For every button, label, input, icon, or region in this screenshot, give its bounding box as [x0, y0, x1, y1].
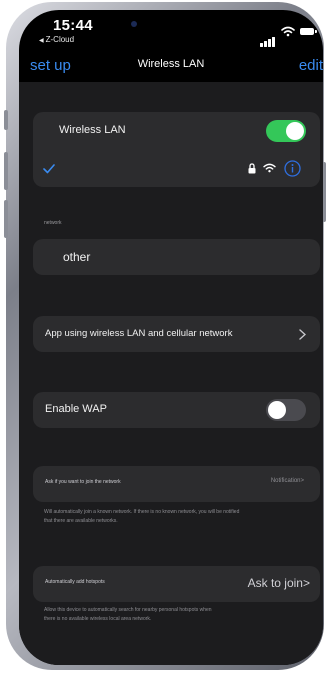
apps-network-row[interactable]: App using wireless LAN and cellular netw…	[33, 316, 320, 352]
ask-join-value: Notification>	[270, 478, 304, 484]
hotspot-value: Ask to join>	[247, 576, 310, 590]
page-title: Wireless LAN	[137, 58, 205, 70]
ask-join-row[interactable]: Ask if you want to join the network Noti…	[33, 466, 320, 502]
hotspot-footnote-line-1: Allow this device to automatically searc…	[44, 607, 212, 613]
volume-up-button	[4, 152, 8, 190]
carrier-label: ◀ Z-Cloud	[39, 35, 74, 44]
edit-button[interactable]: edit	[299, 57, 323, 74]
chevron-right-icon	[299, 329, 306, 340]
camera-indicator-icon	[131, 21, 137, 27]
wlan-card: Wireless LAN	[33, 112, 320, 187]
other-network-row[interactable]: other	[33, 239, 320, 275]
ask-join-footnote-line-2: that there are available networks.	[44, 518, 118, 524]
settings-content: Wireless LAN network other App using wir…	[19, 82, 323, 665]
wlan-toggle[interactable]	[266, 120, 306, 142]
wlan-label: Wireless LAN	[59, 124, 126, 136]
network-section-label: network	[44, 220, 62, 226]
status-time: 15:44	[53, 17, 93, 34]
volume-down-button	[4, 200, 8, 238]
apps-label: App using wireless LAN and cellular netw…	[45, 328, 233, 339]
ask-join-footnote-line-1: Will automatically join a known network.…	[44, 509, 240, 515]
battery-icon	[300, 28, 317, 35]
hotspot-footnote-line-2: there is no available wireless local are…	[44, 616, 152, 622]
wifi-status-icon	[281, 26, 295, 37]
back-arrow-icon: ◀	[39, 38, 44, 44]
ask-join-footnote: Will automatically join a known network.…	[44, 508, 239, 526]
wifi-signal-icon	[263, 163, 276, 173]
phone-frame: 15:44 ◀ Z-Cloud set up Wireless LAN edit …	[4, 2, 326, 670]
cellular-signal-icon	[260, 29, 276, 47]
ask-join-label: Ask if you want to join the network	[45, 479, 121, 485]
hotspot-row[interactable]: Automatically add hotspots Ask to join>	[33, 566, 320, 602]
checkmark-icon	[43, 164, 55, 174]
wap-label: Enable WAP	[45, 403, 107, 415]
hotspot-label: Automatically add hotspots	[45, 579, 105, 585]
wap-row: Enable WAP	[33, 392, 320, 428]
info-icon[interactable]	[284, 160, 301, 177]
screen: 15:44 ◀ Z-Cloud set up Wireless LAN edit …	[19, 10, 323, 665]
hotspot-footnote: Allow this device to automatically searc…	[44, 606, 212, 624]
other-label: other	[63, 250, 91, 264]
action-button	[4, 110, 8, 130]
wap-toggle[interactable]	[266, 399, 306, 421]
carrier-name: Z-Cloud	[45, 35, 75, 44]
lock-icon	[248, 163, 256, 174]
